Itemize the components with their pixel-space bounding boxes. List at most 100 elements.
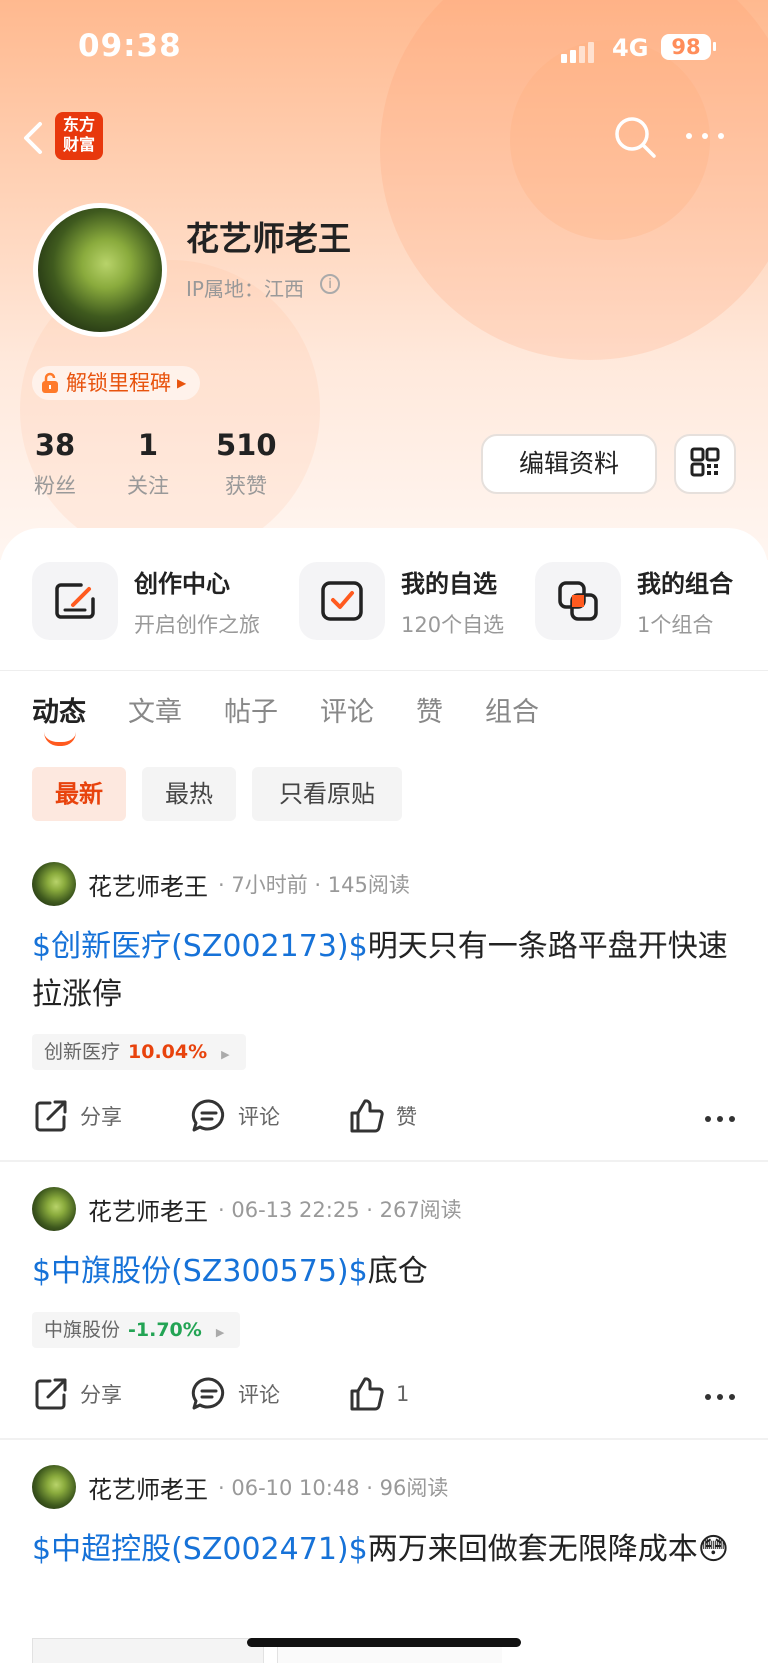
- quick-link-subtitle: 120个自选: [401, 612, 505, 637]
- divider: [0, 1438, 768, 1440]
- comment-icon: [191, 1377, 225, 1410]
- battery-icon: 98: [661, 34, 711, 60]
- tab-portfolios[interactable]: 组合: [485, 690, 539, 729]
- stock-tag[interactable]: 创新医疗 10.04% ▶: [32, 1034, 246, 1070]
- signal-icon: [561, 42, 597, 63]
- comment-icon: [191, 1099, 225, 1132]
- stock-tag[interactable]: 中旗股份 -1.70% ▶: [32, 1312, 241, 1348]
- chevron-right-icon: ▶: [221, 1048, 230, 1061]
- filter-original-only[interactable]: 只看原贴: [252, 767, 402, 821]
- pen-icon: [32, 562, 118, 640]
- share-button[interactable]: 分享: [32, 1094, 122, 1138]
- tab-posts[interactable]: 帖子: [224, 690, 278, 729]
- post-author[interactable]: 花艺师老王: [88, 1192, 208, 1227]
- checkbox-icon: [299, 562, 385, 640]
- my-watchlist-link[interactable]: 我的自选 120个自选: [299, 562, 504, 640]
- stock-tag-name: 创新医疗: [44, 1041, 121, 1063]
- post-actions: 分享 评论 赞: [32, 1094, 736, 1138]
- stat-fans[interactable]: 38 粉丝: [30, 428, 80, 500]
- ip-location: IP属地：江西: [186, 277, 304, 301]
- avatar[interactable]: [32, 862, 76, 906]
- logo-line-1: 东方: [62, 115, 95, 134]
- post-actions: 分享 评论 1: [32, 1372, 736, 1416]
- avatar[interactable]: [32, 1187, 76, 1231]
- comment-button[interactable]: 评论: [190, 1094, 280, 1138]
- tab-likes[interactable]: 赞: [416, 690, 443, 729]
- more-icon[interactable]: [704, 1386, 736, 1405]
- quick-link-subtitle: 1个组合: [637, 612, 714, 637]
- like-button[interactable]: 赞: [348, 1094, 417, 1138]
- thumbs-up-icon: [350, 1099, 384, 1133]
- share-icon: [35, 1100, 67, 1132]
- info-icon[interactable]: i: [320, 274, 340, 294]
- like-button[interactable]: 1: [348, 1372, 409, 1416]
- stat-label: 粉丝: [34, 474, 76, 498]
- battery-tip: [713, 42, 716, 51]
- content-tabs: 动态 文章 帖子 评论 赞 组合: [32, 690, 581, 729]
- profile-name: 花艺师老王: [186, 219, 351, 258]
- post-text: 两万来回做套无限降成本😳: [367, 1532, 729, 1567]
- search-icon[interactable]: [612, 114, 658, 160]
- post-author[interactable]: 花艺师老王: [88, 867, 208, 902]
- home-indicator: [247, 1638, 521, 1647]
- quick-link-title: 创作中心: [134, 569, 230, 598]
- stat-value: 510: [216, 428, 277, 462]
- post-image[interactable]: [32, 1638, 264, 1663]
- share-button[interactable]: 分享: [32, 1372, 122, 1416]
- stat-label: 关注: [127, 474, 169, 498]
- comment-label: 评论: [238, 1383, 280, 1407]
- post-header: 花艺师老王 · 7小时前 · 145阅读: [32, 862, 410, 906]
- share-label: 分享: [80, 1383, 122, 1407]
- stat-value: 38: [34, 428, 76, 462]
- stock-link[interactable]: $创新医疗(SZ002173)$: [32, 929, 368, 964]
- stat-likes[interactable]: 510 获赞: [216, 428, 277, 500]
- more-icon[interactable]: [683, 118, 727, 154]
- post-header: 花艺师老王 · 06-13 22:25 · 267阅读: [32, 1187, 462, 1231]
- post-text: 底仓: [367, 1254, 428, 1289]
- stock-tag-change: 10.04%: [128, 1041, 208, 1063]
- divider: [0, 670, 768, 671]
- like-label: 赞: [396, 1105, 417, 1129]
- avatar[interactable]: [32, 1465, 76, 1509]
- quick-link-title: 我的组合: [637, 569, 733, 598]
- stock-link[interactable]: $中旗股份(SZ300575)$: [32, 1254, 368, 1289]
- chevron-right-icon: ▶: [177, 376, 187, 390]
- tab-comments[interactable]: 评论: [320, 690, 374, 729]
- qr-code-button[interactable]: [674, 434, 736, 494]
- creation-center-link[interactable]: 创作中心 开启创作之旅: [32, 562, 260, 640]
- share-icon: [35, 1378, 67, 1410]
- network-label: 4G: [612, 34, 649, 62]
- back-icon[interactable]: [18, 118, 48, 158]
- edit-profile-button[interactable]: 编辑资料: [481, 434, 657, 494]
- post-meta: · 7小时前 · 145阅读: [218, 873, 410, 897]
- stat-following[interactable]: 1 关注: [122, 428, 174, 500]
- comment-button[interactable]: 评论: [190, 1372, 280, 1416]
- my-portfolio-link[interactable]: 我的组合 1个组合: [535, 562, 733, 640]
- status-time: 09:38: [78, 28, 182, 64]
- chevron-right-icon: ▶: [215, 1326, 225, 1339]
- post-author[interactable]: 花艺师老王: [88, 1470, 208, 1505]
- filter-latest[interactable]: 最新: [32, 767, 126, 821]
- app-logo[interactable]: 东方 财富: [55, 112, 103, 160]
- post-header: 花艺师老王 · 06-10 10:48 · 96阅读: [32, 1465, 448, 1509]
- post-content[interactable]: $创新医疗(SZ002173)$明天只有一条路平盘开快速拉涨停: [32, 923, 732, 1019]
- quick-link-title: 我的自选: [401, 569, 497, 598]
- post-content[interactable]: $中旗股份(SZ300575)$底仓: [32, 1248, 732, 1296]
- top-nav: 东方 财富: [0, 108, 768, 168]
- lock-icon: [42, 372, 58, 393]
- tab-articles[interactable]: 文章: [128, 690, 182, 729]
- stock-link[interactable]: $中超控股(SZ002471)$: [32, 1532, 368, 1567]
- milestone-button[interactable]: 解锁里程碑 ▶: [32, 366, 201, 400]
- thumbs-up-icon: [350, 1377, 384, 1411]
- divider: [0, 1160, 768, 1162]
- stock-tag-change: -1.70%: [128, 1319, 202, 1341]
- like-count: 1: [396, 1382, 410, 1406]
- tab-activity[interactable]: 动态: [32, 690, 86, 729]
- avatar[interactable]: [33, 203, 167, 337]
- share-label: 分享: [80, 1105, 122, 1129]
- post-content[interactable]: $中超控股(SZ002471)$两万来回做套无限降成本😳: [32, 1526, 732, 1574]
- post-meta: · 06-10 10:48 · 96阅读: [218, 1476, 449, 1500]
- more-icon[interactable]: [704, 1108, 736, 1127]
- filter-hot[interactable]: 最热: [142, 767, 236, 821]
- stat-label: 获赞: [225, 474, 267, 498]
